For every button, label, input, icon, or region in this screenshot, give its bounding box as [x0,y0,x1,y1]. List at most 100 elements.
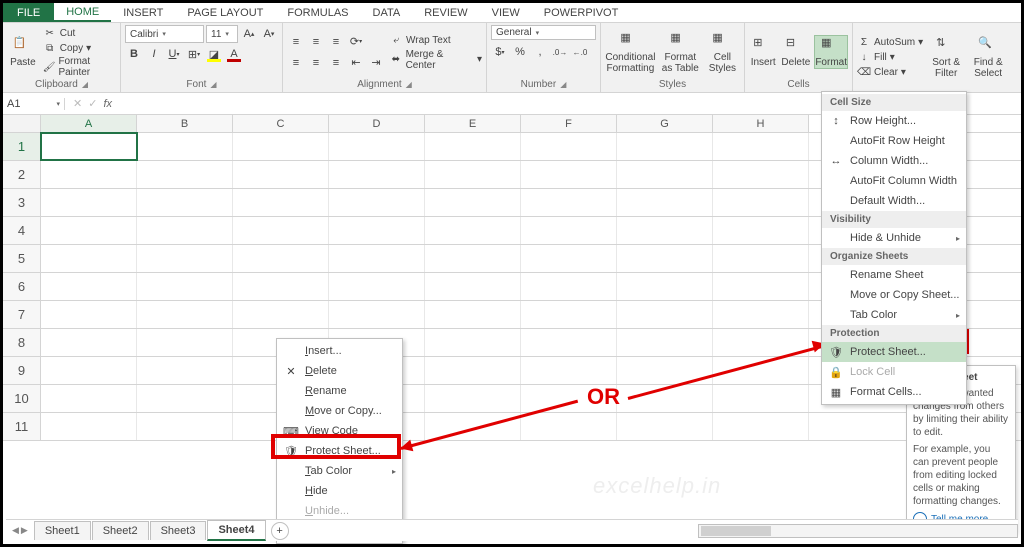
find-select-button[interactable]: 🔍 Find & Select [969,36,1007,79]
cell[interactable] [329,189,425,216]
row-header-6[interactable]: 6 [3,273,41,300]
cell[interactable] [137,133,233,160]
insert-cells-button[interactable]: ⊞ Insert [749,36,777,68]
cm-rename[interactable]: Rename [277,381,402,401]
col-header-D[interactable]: D [329,115,425,132]
orientation-button[interactable]: ⟳▾ [347,33,365,51]
tab-file[interactable]: FILE [3,3,54,22]
cell[interactable] [329,245,425,272]
col-header-A[interactable]: A [41,115,137,132]
cell[interactable] [233,245,329,272]
fm-default-width[interactable]: Default Width... [822,191,966,211]
cell[interactable] [137,189,233,216]
decrease-font-button[interactable]: A▾ [260,25,278,43]
cell[interactable] [521,273,617,300]
increase-font-button[interactable]: A▴ [240,25,258,43]
cell[interactable] [41,301,137,328]
cell[interactable] [137,357,233,384]
row-header-8[interactable]: 8 [3,329,41,356]
cell[interactable] [137,245,233,272]
cell[interactable] [425,413,521,440]
dialog-launcher-icon[interactable]: ◢ [82,80,88,89]
select-all-button[interactable] [3,115,41,132]
cut-button[interactable]: ✂Cut [43,26,116,40]
cell[interactable] [41,217,137,244]
col-header-H[interactable]: H [713,115,809,132]
cell[interactable] [521,413,617,440]
cell[interactable] [425,133,521,160]
cell[interactable] [425,385,521,412]
decrease-decimal-button[interactable]: ←.0 [571,43,589,61]
border-button[interactable]: ⊞▾ [185,45,203,63]
cell[interactable] [425,273,521,300]
tab-insert[interactable]: INSERT [111,3,175,22]
tab-data[interactable]: DATA [361,3,413,22]
wrap-text-button[interactable]: ⤶Wrap Text [389,34,482,48]
cell[interactable] [713,161,809,188]
cell[interactable] [713,385,809,412]
fm-protect-sheet[interactable]: 🛡Protect Sheet... [822,342,966,362]
cell[interactable] [425,329,521,356]
cell[interactable] [233,301,329,328]
cm-protect-sheet[interactable]: 🛡Protect Sheet... [277,441,402,461]
row-header-1[interactable]: 1 [3,133,41,160]
cell[interactable] [617,161,713,188]
row-header-3[interactable]: 3 [3,189,41,216]
cm-hide[interactable]: Hide [277,481,402,501]
cell[interactable] [425,161,521,188]
col-header-G[interactable]: G [617,115,713,132]
fm-format-cells[interactable]: ▦Format Cells... [822,382,966,402]
fm-row-height[interactable]: ↕Row Height... [822,111,966,131]
fx-icon[interactable]: fx [103,98,112,110]
font-size-select[interactable]: 11▾ [206,25,238,43]
fm-move-copy-sheet[interactable]: Move or Copy Sheet... [822,285,966,305]
cell[interactable] [41,273,137,300]
cell[interactable] [617,329,713,356]
sheet-tab-4[interactable]: Sheet4 [207,520,265,541]
dialog-launcher-icon[interactable]: ◢ [406,80,412,89]
cell[interactable] [233,161,329,188]
cell[interactable] [617,357,713,384]
cell[interactable] [617,301,713,328]
sheet-tab-2[interactable]: Sheet2 [92,521,149,540]
cm-insert[interactable]: IInsert...nsert... [277,341,402,361]
cancel-formula-icon[interactable]: ✕ [73,97,82,110]
percent-format-button[interactable]: % [511,43,529,61]
cell[interactable] [233,133,329,160]
row-header-11[interactable]: 11 [3,413,41,440]
tab-review[interactable]: REVIEW [412,3,479,22]
cell[interactable] [41,357,137,384]
fm-autofit-col[interactable]: AutoFit Column Width [822,171,966,191]
sheet-tab-3[interactable]: Sheet3 [150,521,207,540]
bold-button[interactable]: B [125,45,143,63]
merge-center-button[interactable]: ⬌Merge & Center▾ [389,49,482,71]
col-header-C[interactable]: C [233,115,329,132]
cell[interactable] [425,217,521,244]
row-header-10[interactable]: 10 [3,385,41,412]
cell[interactable] [137,273,233,300]
cell[interactable] [617,217,713,244]
font-color-button[interactable]: A [225,45,243,63]
align-center-button[interactable]: ≡ [307,54,325,72]
delete-cells-button[interactable]: ⊟ Delete [781,36,810,68]
format-cells-button[interactable]: ▦ Format [814,35,848,69]
autosum-button[interactable]: ΣAutoSum▾ [857,36,923,50]
cell[interactable] [329,161,425,188]
cell[interactable] [713,217,809,244]
fm-autofit-row[interactable]: AutoFit Row Height [822,131,966,151]
cell[interactable] [521,357,617,384]
paste-button[interactable]: 📋 Paste [7,36,39,68]
prev-sheet-button[interactable]: ◀ [12,525,19,536]
fm-tab-color[interactable]: Tab Color▸ [822,305,966,325]
cell[interactable] [617,133,713,160]
horizontal-scrollbar[interactable] [698,524,1018,538]
tab-view[interactable]: VIEW [480,3,532,22]
cell[interactable] [41,329,137,356]
decrease-indent-button[interactable]: ⇤ [347,54,365,72]
cell[interactable] [329,217,425,244]
cell[interactable] [41,245,137,272]
scrollbar-thumb[interactable] [701,526,771,536]
col-header-F[interactable]: F [521,115,617,132]
cell[interactable] [521,385,617,412]
number-format-select[interactable]: General▾ [491,25,596,40]
